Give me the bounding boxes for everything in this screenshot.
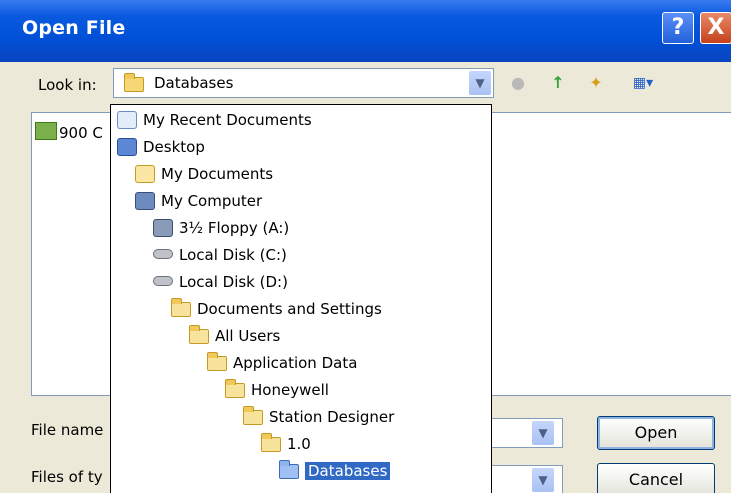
look-in-combobox[interactable]: Databases ▼: [113, 68, 494, 98]
folder-icon: [261, 433, 281, 452]
file-item-name: 900 C: [59, 124, 103, 142]
file-name-label: File name: [31, 421, 104, 439]
look-in-value: Databases: [154, 74, 234, 92]
my-computer-icon: [135, 192, 155, 210]
help-button[interactable]: ?: [662, 12, 694, 44]
folder-icon: [189, 325, 209, 344]
folder-icon: [243, 406, 263, 425]
hard-disk-icon: [153, 276, 173, 286]
dropdown-item-local-disk-d[interactable]: Local Disk (D:): [153, 269, 288, 295]
desktop-icon: [117, 138, 137, 156]
database-file-icon: [35, 122, 57, 140]
open-button[interactable]: Open: [597, 416, 715, 450]
back-icon[interactable]: ●: [507, 72, 529, 94]
chevron-down-icon[interactable]: ▼: [532, 421, 554, 445]
dropdown-item-all-users[interactable]: All Users: [189, 323, 280, 349]
up-folder-icon[interactable]: ↑: [547, 72, 569, 94]
my-documents-icon: [135, 165, 155, 183]
look-in-dropdown-list[interactable]: My Recent Documents Desktop My Documents…: [110, 104, 492, 493]
dropdown-item-local-disk-c[interactable]: Local Disk (C:): [153, 242, 287, 268]
dropdown-item-my-documents[interactable]: My Documents: [135, 161, 273, 187]
close-button[interactable]: X: [700, 12, 731, 44]
dropdown-item-floppy-a[interactable]: 3½ Floppy (A:): [153, 215, 289, 241]
files-of-type-label: Files of ty: [31, 468, 103, 486]
title-bar[interactable]: Open File ? X: [0, 0, 731, 62]
folder-icon: [207, 352, 227, 371]
open-file-dialog: Open File ? X Look in: Databases ▼ ● ↑ ✦…: [0, 0, 731, 493]
dropdown-item-my-computer[interactable]: My Computer: [135, 188, 262, 214]
dropdown-item-databases[interactable]: Databases: [279, 458, 391, 484]
view-menu-icon[interactable]: ▦▾: [625, 72, 661, 94]
dropdown-item-application-data[interactable]: Application Data: [207, 350, 357, 376]
look-in-label: Look in:: [38, 76, 97, 94]
dialog-title: Open File: [22, 17, 126, 39]
new-folder-icon[interactable]: ✦: [585, 72, 607, 94]
recent-documents-icon: [117, 111, 137, 129]
cancel-button[interactable]: Cancel: [597, 463, 715, 493]
folder-icon: [124, 73, 144, 92]
folder-icon: [225, 379, 245, 398]
folder-icon: [279, 460, 299, 479]
dropdown-item-desktop[interactable]: Desktop: [117, 134, 205, 160]
floppy-drive-icon: [153, 219, 173, 237]
folder-icon: [171, 298, 191, 317]
dropdown-item-my-recent-documents[interactable]: My Recent Documents: [117, 107, 312, 133]
dropdown-item-station-designer[interactable]: Station Designer: [243, 404, 394, 430]
hard-disk-icon: [153, 249, 173, 259]
dropdown-item-documents-and-settings[interactable]: Documents and Settings: [171, 296, 382, 322]
dropdown-item-honeywell[interactable]: Honeywell: [225, 377, 329, 403]
chevron-down-icon[interactable]: ▼: [532, 468, 554, 492]
chevron-down-icon[interactable]: ▼: [469, 71, 491, 95]
file-item[interactable]: 900 C: [35, 122, 103, 142]
dropdown-item-version-1-0[interactable]: 1.0: [261, 431, 311, 457]
